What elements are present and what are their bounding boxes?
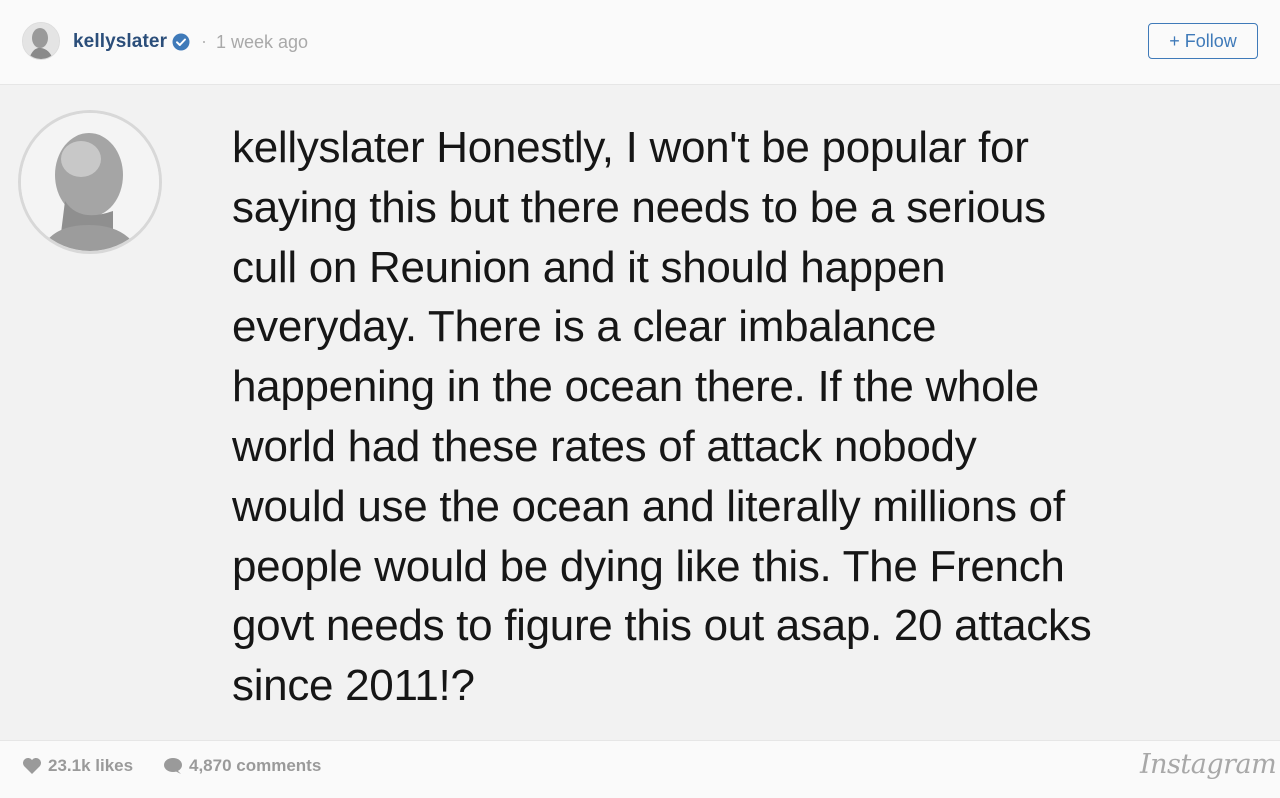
comment-line: kellyslater Honestly, I won't be popular… [232,118,1272,178]
comment-line: cull on Reunion and it should happen [232,242,946,292]
speech-bubble-icon [164,758,182,774]
comment-line: govt needs to figure this out asap. 20 a… [232,601,1092,651]
profile-portrait-icon [21,113,159,251]
comment-line-text: Honestly, I won't be popular for [436,123,1029,172]
comment-line: would use the ocean and literally millio… [232,481,1065,531]
instagram-wordmark: Instagram [1140,749,1277,780]
heart-icon [23,758,41,774]
avatar-portrait-icon [23,23,59,59]
follow-button[interactable]: + Follow [1148,23,1258,59]
verified-badge-icon [172,33,190,51]
comment-line: happening in the ocean there. If the who… [232,362,1039,412]
likes-count[interactable]: 23.1k likes [22,756,133,776]
comments-count[interactable]: 4,870 comments [163,756,321,776]
header-username[interactable]: kellyslater [73,31,167,53]
comment-username: kellyslater [232,123,425,172]
header-avatar[interactable] [22,22,60,60]
header-separator: · [201,31,207,51]
comment-line: world had these rates of attack nobody [232,421,977,471]
comment-avatar [18,110,162,254]
comment-text-block: kellyslater Honestly, I won't be popular… [232,118,1272,716]
likes-label: 23.1k likes [48,756,134,775]
post-timestamp[interactable]: 1 week ago [216,32,308,53]
comment-line: everyday. There is a clear imbalance [232,302,937,352]
comments-label: 4,870 comments [189,756,322,775]
comment-line: people would be dying like this. The Fre… [232,541,1065,591]
instagram-post-card: kellyslater · 1 week ago + Follow kellys… [0,0,1280,798]
post-header: kellyslater · 1 week ago + Follow [0,0,1280,85]
comment-line: saying this but there needs to be a seri… [232,182,1046,232]
comment-line: since 2011!? [232,661,475,711]
